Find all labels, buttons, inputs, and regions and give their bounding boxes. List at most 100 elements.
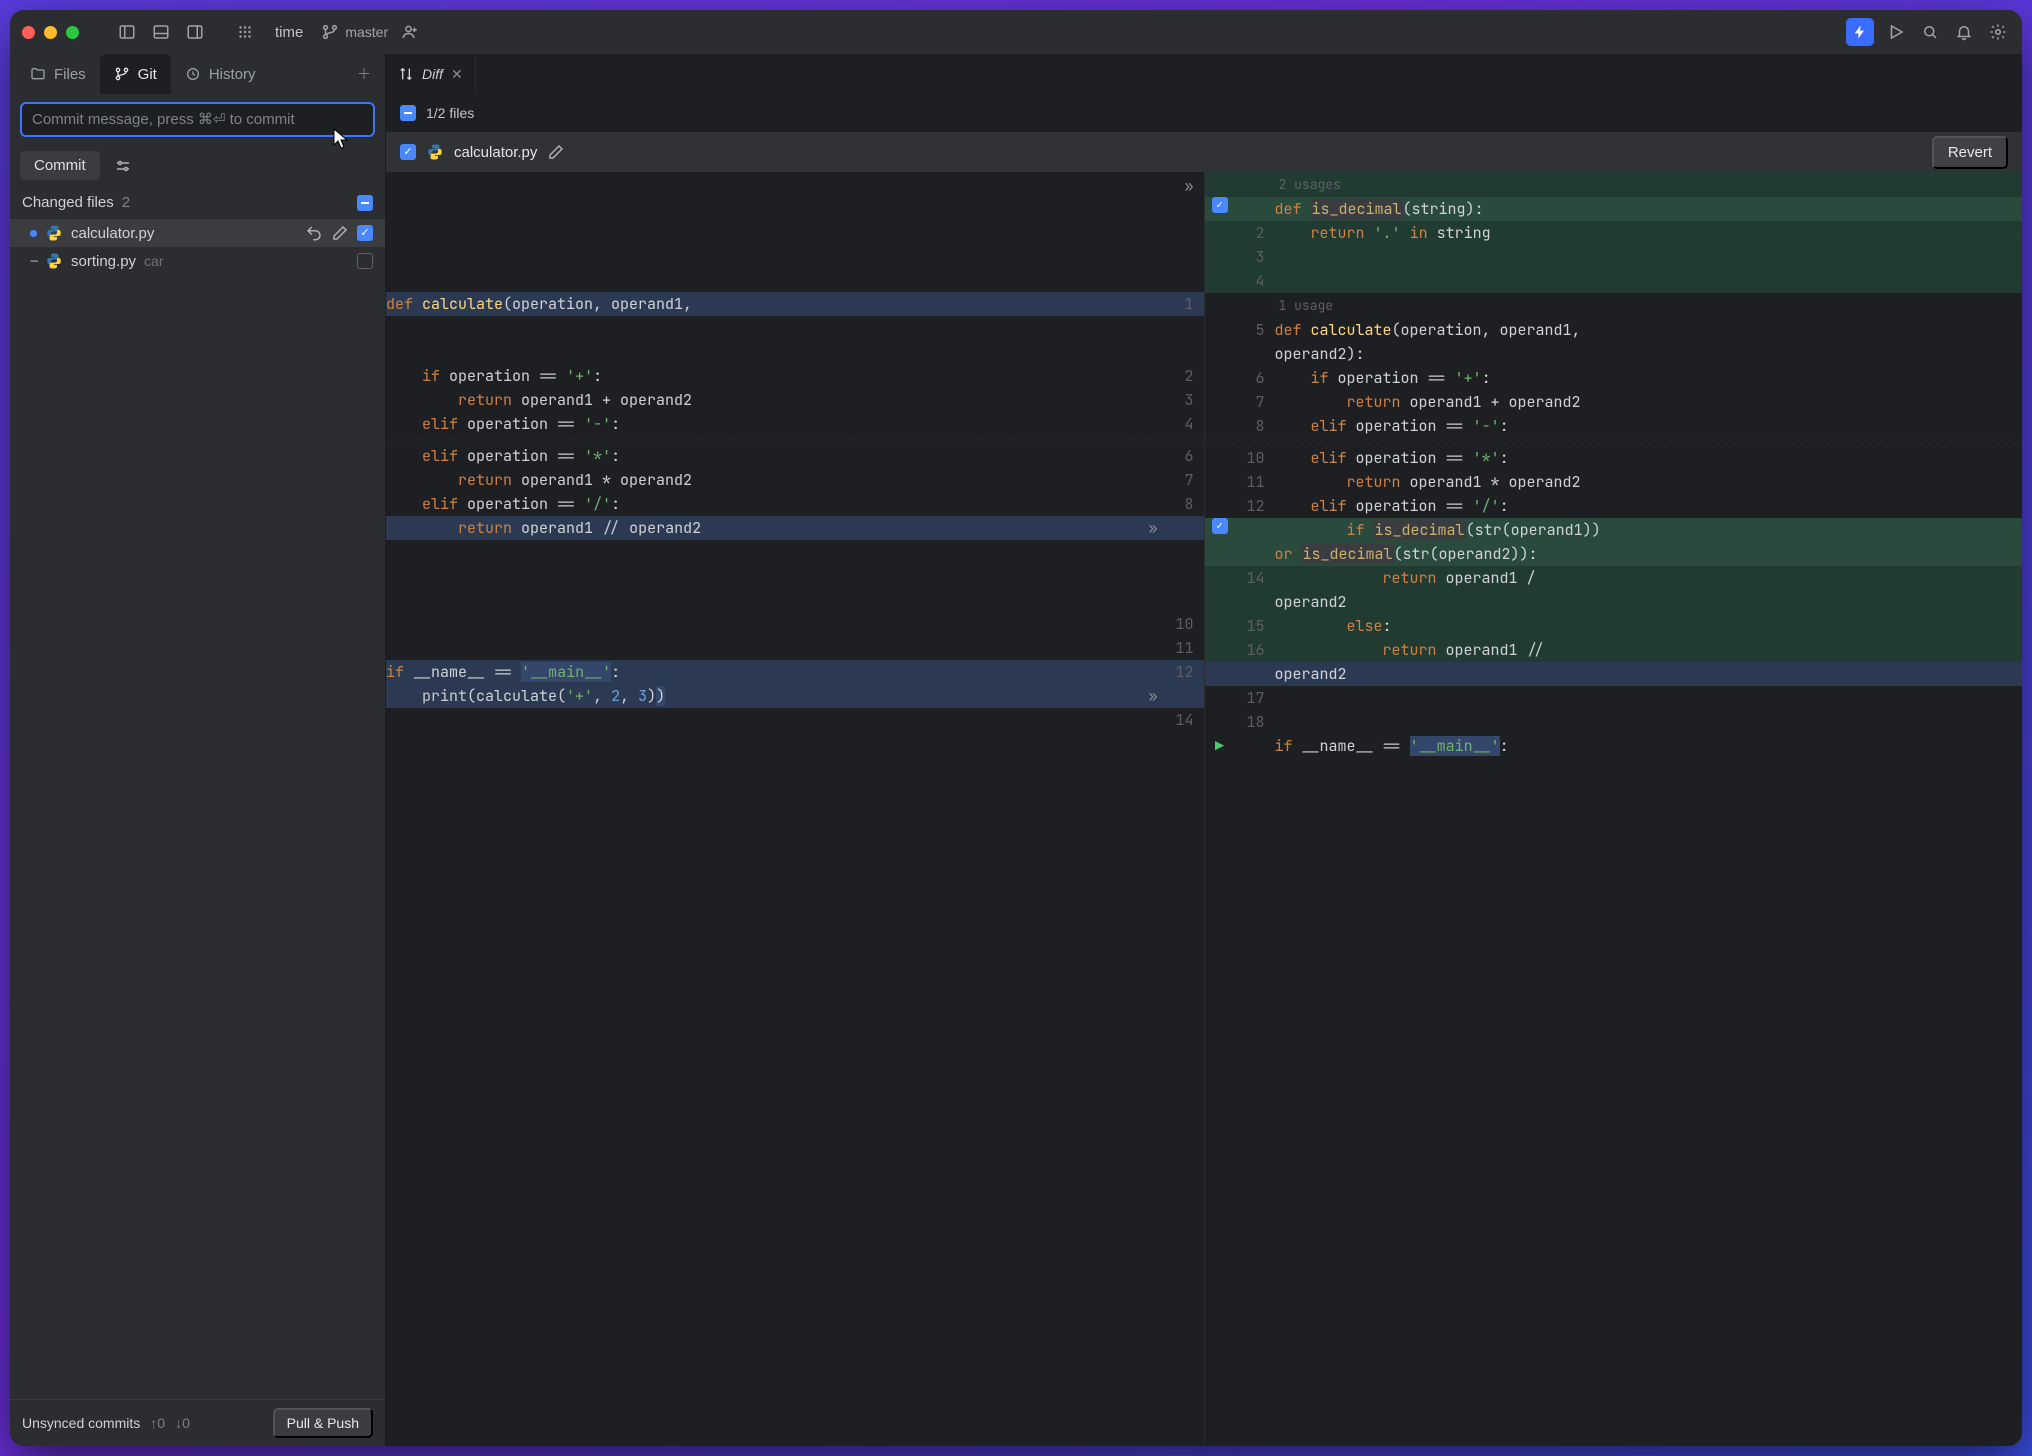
expand-icon[interactable]: »	[1142, 684, 1163, 708]
diff-line[interactable]: 2 usages	[1205, 172, 2023, 197]
diff-line[interactable]: operand2	[1205, 590, 2023, 614]
run-icon[interactable]	[1884, 20, 1908, 44]
diff-line[interactable]: 12 elif operation == '/':	[1205, 494, 2023, 518]
diff-line[interactable]: 8 elif operation == '-':	[1205, 414, 2023, 438]
sidebar-left-icon[interactable]	[115, 20, 139, 44]
changed-files-checkbox[interactable]	[357, 195, 373, 211]
diff-line[interactable]	[386, 316, 1204, 340]
file-checkbox[interactable]	[357, 225, 373, 241]
diff-line[interactable]	[386, 268, 1204, 292]
changed-files-header[interactable]: Changed files 2	[10, 186, 385, 219]
commit-options-icon[interactable]	[110, 153, 136, 179]
diff-line[interactable]	[386, 196, 1204, 220]
diff-line[interactable]: or is_decimal(str(operand2)):	[1205, 542, 2023, 566]
diff-line[interactable]: 16 return operand1 //	[1205, 638, 2023, 662]
diff-file-checkbox[interactable]	[400, 144, 416, 160]
diff-line[interactable]	[386, 340, 1204, 364]
diff-right-pane[interactable]: 2 usagesdef is_decimal(string):2 return …	[1205, 172, 2023, 1446]
diff-line[interactable]: 10 elif operation == '*':	[1205, 446, 2023, 470]
diff-line[interactable]: return operand1 // operand2»	[386, 516, 1204, 540]
diff-summary-checkbox[interactable]	[400, 105, 416, 121]
diff-line[interactable]: 6 if operation == '+':	[1205, 366, 2023, 390]
diff-line[interactable]: 11	[386, 636, 1204, 660]
diff-line[interactable]	[386, 220, 1204, 244]
diff-line[interactable]	[386, 588, 1204, 612]
file-name: calculator.py	[71, 225, 154, 242]
pull-push-button[interactable]: Pull & Push	[273, 1408, 373, 1438]
project-name[interactable]: time	[267, 24, 311, 41]
commit-message-input[interactable]	[20, 102, 375, 137]
run-gutter-icon[interactable]: ▶	[1215, 734, 1224, 758]
diff-line[interactable]: return operand1 + operand23	[386, 388, 1204, 412]
apps-grid-icon[interactable]	[233, 20, 257, 44]
tab-files[interactable]: Files	[16, 54, 100, 94]
notifications-icon[interactable]	[1952, 20, 1976, 44]
diff-line[interactable]: 5def calculate(operation, operand1,	[1205, 318, 2023, 342]
diff-line[interactable]: 14	[386, 708, 1204, 732]
editor-tab-diff[interactable]: Diff ✕	[386, 54, 476, 94]
file-row[interactable]: − sorting.py car	[10, 247, 385, 275]
python-file-icon	[45, 252, 63, 270]
diff-line[interactable]	[386, 564, 1204, 588]
line-number: 11	[1235, 470, 1275, 494]
commit-button[interactable]: Commit	[20, 151, 100, 180]
add-tab-icon[interactable]: ＋	[343, 64, 385, 84]
diff-line[interactable]: return operand1 * operand27	[386, 468, 1204, 492]
diff-line[interactable]: print(calculate('+', 2, 3))»	[386, 684, 1204, 708]
diff-line[interactable]: if __name__ == '__main__':12	[386, 660, 1204, 684]
diff-line[interactable]: 4	[1205, 269, 2023, 293]
minimize-window-icon[interactable]	[44, 26, 57, 39]
diff-left-pane[interactable]: def calculate(operation, operand1,1 if o…	[386, 172, 1205, 1446]
add-user-icon[interactable]	[398, 20, 422, 44]
diff-line[interactable]: 7 return operand1 + operand2	[1205, 390, 2023, 414]
diff-line[interactable]: operand2	[1205, 662, 2023, 686]
diff-line[interactable]: 15 else:	[1205, 614, 2023, 638]
git-panel: Files Git History ＋ Commit	[10, 54, 386, 1446]
ai-assistant-button[interactable]	[1846, 18, 1874, 46]
diff-line[interactable]: if operation == '+':2	[386, 364, 1204, 388]
diff-line[interactable]: if is_decimal(str(operand1))	[1205, 518, 2023, 542]
diff-line[interactable]: operand2):	[1205, 342, 2023, 366]
search-icon[interactable]	[1918, 20, 1942, 44]
diff-line[interactable]: elif operation == '/':8	[386, 492, 1204, 516]
line-number: 17	[1235, 686, 1275, 710]
file-row[interactable]: calculator.py	[10, 219, 385, 247]
diff-line[interactable]: elif operation == '-':4	[386, 412, 1204, 436]
tab-history[interactable]: History	[171, 54, 270, 94]
close-tab-icon[interactable]: ✕	[451, 66, 463, 83]
revert-file-icon[interactable]	[305, 224, 323, 242]
sidebar-bottom-icon[interactable]	[149, 20, 173, 44]
close-window-icon[interactable]	[22, 26, 35, 39]
sidebar-right-icon[interactable]	[183, 20, 207, 44]
diff-line[interactable]: def calculate(operation, operand1,1	[386, 292, 1204, 316]
diff-line[interactable]: 10	[386, 612, 1204, 636]
diff-line[interactable]: 3	[1205, 245, 2023, 269]
diff-line[interactable]: elif operation == '*':6	[386, 444, 1204, 468]
maximize-window-icon[interactable]	[66, 26, 79, 39]
diff-line[interactable]: 2 return '.' in string	[1205, 221, 2023, 245]
settings-icon[interactable]	[1986, 20, 2010, 44]
diff-line[interactable]: 1 usage	[1205, 293, 2023, 318]
diff-line[interactable]: 14 return operand1 /	[1205, 566, 2023, 590]
diff-viewer[interactable]: def calculate(operation, operand1,1 if o…	[386, 172, 2022, 1446]
diff-line[interactable]	[386, 244, 1204, 268]
expand-icon[interactable]: »	[1142, 516, 1163, 540]
revert-button[interactable]: Revert	[1932, 136, 2008, 169]
diff-line[interactable]: 17	[1205, 686, 2023, 710]
tab-git[interactable]: Git	[100, 54, 171, 94]
hunk-checkbox[interactable]	[1212, 518, 1228, 534]
file-checkbox[interactable]	[357, 253, 373, 269]
diff-line[interactable]: ▶if __name__ == '__main__':	[1205, 734, 2023, 758]
diff-line[interactable]: 18	[1205, 710, 2023, 734]
branch-icon[interactable]: master	[321, 20, 388, 44]
diff-line[interactable]: def is_decimal(string):	[1205, 197, 2023, 221]
diff-line[interactable]	[386, 540, 1204, 564]
expand-icon[interactable]: »	[1184, 176, 1193, 196]
diff-line[interactable]	[386, 172, 1204, 196]
edit-file-icon[interactable]	[331, 224, 349, 242]
edit-icon[interactable]	[547, 143, 565, 161]
line-number: 2	[1164, 364, 1204, 388]
diff-line[interactable]: 11 return operand1 * operand2	[1205, 470, 2023, 494]
unsynced-commits: Unsynced commits ↑0 ↓0 Pull & Push	[10, 1399, 385, 1446]
hunk-checkbox[interactable]	[1212, 197, 1228, 213]
